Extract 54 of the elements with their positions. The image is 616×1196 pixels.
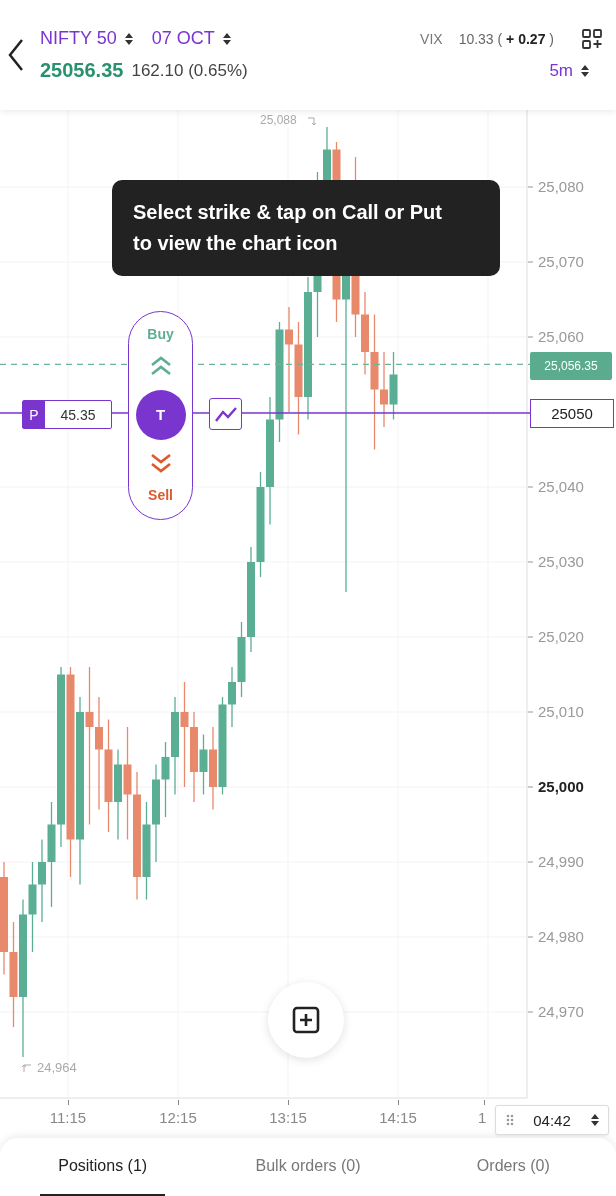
vix-value: 10.33 ( + 0.27 ) <box>458 30 554 47</box>
back-icon[interactable] <box>6 37 26 73</box>
price-axis-label: 24,980 <box>538 928 584 945</box>
price-axis-label: 25,000 <box>538 778 584 795</box>
candle <box>389 351 398 421</box>
price-axis-label: 24,970 <box>538 1003 584 1020</box>
interval-selector[interactable]: 5m <box>549 60 590 81</box>
timer-chip[interactable]: 04:42 <box>495 1105 609 1135</box>
add-button[interactable] <box>268 982 344 1058</box>
drag-handle-icon[interactable] <box>506 1114 514 1126</box>
option-price: 45.35 <box>59 405 97 425</box>
low-price-label: 24,964 <box>37 1060 77 1075</box>
symbol-selector[interactable]: NIFTY 50 <box>40 28 134 49</box>
double-chevron-up-icon[interactable] <box>149 355 172 376</box>
last-price-tag: 25,056.35 <box>530 352 612 380</box>
tab[interactable]: Bulk orders (0) <box>237 1138 379 1196</box>
time-axis-label: 1 <box>478 1109 487 1126</box>
time-axis-label: 12:15 <box>159 1109 197 1126</box>
line-chart-icon <box>213 405 238 423</box>
high-price-label: 25,088 <box>260 113 297 127</box>
tab[interactable]: Positions (1) <box>40 1138 166 1196</box>
double-chevron-down-icon[interactable] <box>149 453 172 474</box>
low-marker-icon <box>20 1063 32 1073</box>
up-down-icon[interactable] <box>580 63 590 78</box>
countdown-time: 04:42 <box>532 1111 572 1129</box>
chart-button[interactable] <box>209 398 242 430</box>
index-price: 25056.35 <box>40 59 124 82</box>
option-price-tag[interactable]: P 45.35 <box>22 400 112 429</box>
price-axis-label: 25,030 <box>538 553 584 570</box>
time-axis-label: 13:15 <box>269 1109 307 1126</box>
price-axis-label: 25,070 <box>538 253 584 270</box>
time-axis-label: 14:15 <box>379 1109 417 1126</box>
price-axis-label: 25,010 <box>538 703 584 720</box>
price-axis-label: 25,020 <box>538 628 584 645</box>
trade-button[interactable]: T <box>135 389 186 440</box>
high-marker-icon <box>307 116 317 126</box>
up-down-icon[interactable] <box>590 1113 600 1127</box>
add-widget-icon[interactable] <box>582 28 602 49</box>
up-down-icon[interactable] <box>123 31 134 46</box>
sell-label[interactable]: Sell <box>148 487 173 503</box>
time-axis-label: 11:15 <box>49 1109 87 1126</box>
strike-price-tag[interactable]: 25050 <box>530 399 614 428</box>
tooltip: Select strike & tap on Call or Put to view the chart icon <box>112 180 500 276</box>
expiry-selector[interactable]: 07 OCT <box>151 28 232 49</box>
price-axis-label: 24,990 <box>538 853 584 870</box>
tab[interactable]: Orders (0) <box>458 1138 568 1196</box>
price-change: 162.10 (0.65%) <box>131 60 248 81</box>
price-axis-label: 25,060 <box>538 328 584 345</box>
price-axis-label: 25,040 <box>538 478 584 495</box>
vix-label: VIX <box>420 30 443 47</box>
plus-square-icon <box>292 1006 320 1034</box>
up-down-icon[interactable] <box>221 31 232 46</box>
price-axis-label: 25,080 <box>538 178 584 195</box>
option-type-label: P <box>23 401 45 428</box>
